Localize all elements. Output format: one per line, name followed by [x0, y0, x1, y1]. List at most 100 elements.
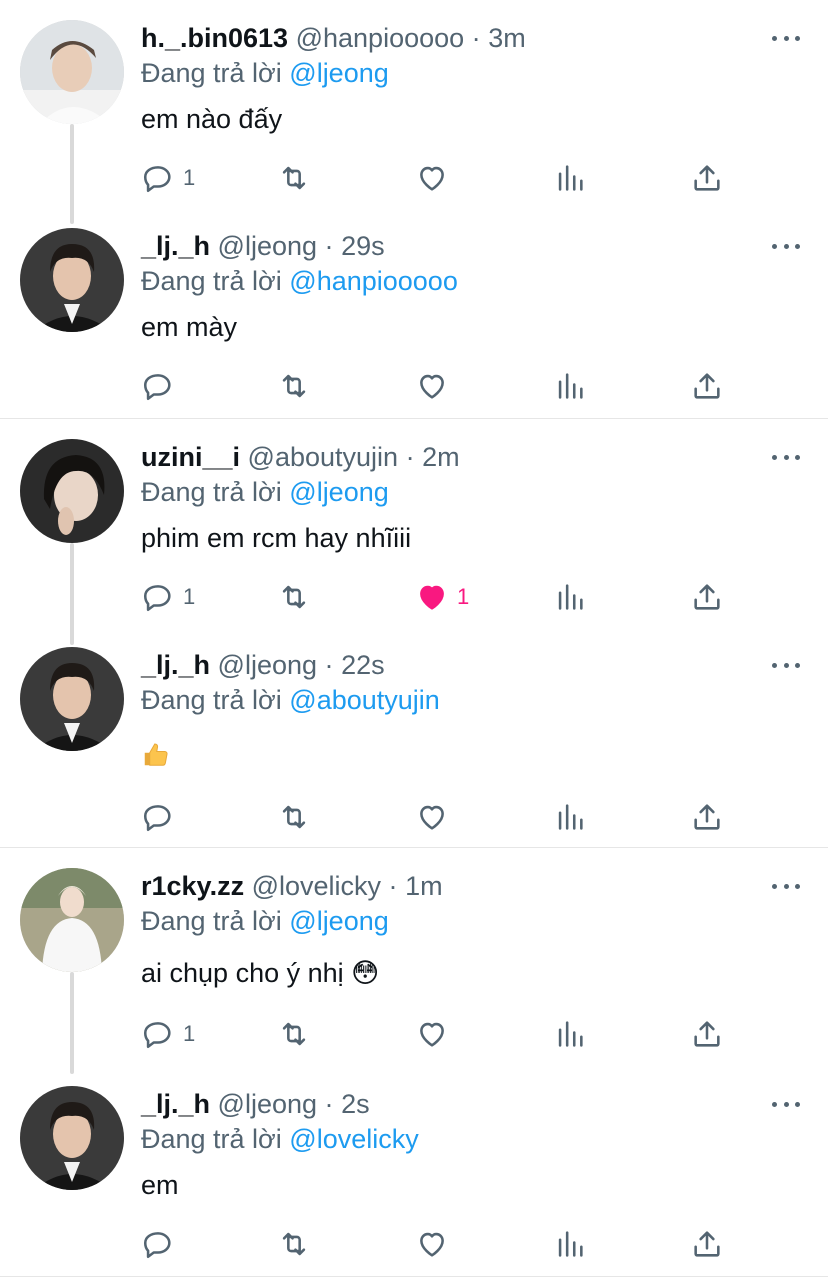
retweet-icon — [282, 585, 306, 609]
like-button[interactable] — [415, 797, 457, 837]
more-options-icon[interactable] — [772, 453, 800, 461]
tweet-header: _lj._h @ljeong · 29s — [141, 226, 758, 266]
user-handle[interactable]: @ljeong — [218, 1089, 317, 1119]
retweet-button[interactable] — [277, 366, 311, 406]
replying-to: Đang trả lời @ljeong — [141, 55, 389, 91]
display-name[interactable]: h._.bin0613 — [141, 23, 288, 53]
reply-button[interactable]: 1 — [141, 1014, 195, 1054]
user-handle[interactable]: @ljeong — [218, 650, 317, 680]
more-options-icon[interactable] — [772, 882, 800, 890]
replying-to: Đang trả lời @ljeong — [141, 474, 389, 510]
display-name[interactable]: _lj._h — [141, 650, 210, 680]
like-button[interactable] — [415, 1224, 457, 1264]
tweet-header: r1cky.zz @lovelicky · 1m — [141, 866, 758, 906]
avatar[interactable] — [20, 647, 124, 751]
tweet-header: h._.bin0613 @hanpiooooo · 3m — [141, 18, 758, 58]
mention-link[interactable]: @ljeong — [289, 477, 388, 507]
thread-2: uzini__i @aboutyujin · 2m Đang trả lời @… — [0, 419, 828, 848]
tweet[interactable]: uzini__i @aboutyujin · 2m Đang trả lời @… — [0, 419, 828, 627]
timestamp[interactable]: 3m — [488, 23, 526, 53]
views-button[interactable] — [553, 797, 587, 837]
timestamp[interactable]: 1m — [405, 871, 443, 901]
more-options-icon[interactable] — [772, 34, 800, 42]
mention-link[interactable]: @aboutyujin — [289, 685, 440, 715]
tweet[interactable]: _lj._h @ljeong · 29s Đang trả lời @hanpi… — [0, 208, 828, 416]
share-button[interactable] — [690, 366, 724, 406]
share-button[interactable] — [690, 577, 724, 617]
avatar[interactable] — [20, 1086, 124, 1190]
views-button[interactable] — [553, 158, 587, 198]
avatar[interactable] — [20, 228, 124, 332]
reply-icon — [143, 585, 171, 612]
timestamp[interactable]: 2s — [341, 1089, 370, 1119]
reply-icon — [143, 1022, 171, 1049]
views-button[interactable] — [553, 1224, 587, 1264]
retweet-button[interactable] — [277, 158, 311, 198]
share-icon — [694, 804, 720, 830]
action-bar — [141, 797, 741, 837]
like-button[interactable]: 1 — [415, 577, 469, 617]
tweet-header: uzini__i @aboutyujin · 2m — [141, 437, 758, 477]
thread-1: h._.bin0613 @hanpiooooo · 3m Đang trả lờ… — [0, 0, 828, 419]
display-name[interactable]: r1cky.zz — [141, 871, 244, 901]
user-handle[interactable]: @lovelicky — [252, 871, 381, 901]
avatar[interactable] — [20, 868, 124, 972]
analytics-icon — [558, 165, 583, 191]
views-button[interactable] — [553, 1014, 587, 1054]
reply-button[interactable] — [141, 797, 183, 837]
reply-button[interactable]: 1 — [141, 158, 195, 198]
mention-link[interactable]: @ljeong — [289, 58, 388, 88]
user-handle[interactable]: @ljeong — [218, 231, 317, 261]
user-handle[interactable]: @aboutyujin — [248, 442, 399, 472]
analytics-icon — [558, 804, 583, 830]
more-options-icon[interactable] — [772, 1100, 800, 1108]
share-button[interactable] — [690, 797, 724, 837]
heart-icon — [420, 805, 444, 830]
share-button[interactable] — [690, 1224, 724, 1264]
mention-link[interactable]: @ljeong — [289, 906, 388, 936]
views-button[interactable] — [553, 577, 587, 617]
heart-icon — [420, 1232, 444, 1257]
share-button[interactable] — [690, 158, 724, 198]
retweet-button[interactable] — [277, 797, 311, 837]
share-icon — [694, 1231, 720, 1257]
retweet-button[interactable] — [277, 1014, 311, 1054]
tweet[interactable]: _lj._h @ljeong · 22s Đang trả lời @about… — [0, 627, 828, 847]
like-button[interactable] — [415, 158, 457, 198]
display-name[interactable]: _lj._h — [141, 1089, 210, 1119]
reply-button[interactable] — [141, 1224, 183, 1264]
reply-button[interactable]: 1 — [141, 577, 195, 617]
mention-link[interactable]: @lovelicky — [289, 1124, 418, 1154]
more-options-icon[interactable] — [772, 661, 800, 669]
more-options-icon[interactable] — [772, 242, 800, 250]
replying-label: Đang trả lời — [141, 266, 282, 296]
like-button[interactable] — [415, 1014, 457, 1054]
user-handle[interactable]: @hanpiooooo — [296, 23, 465, 53]
replying-label: Đang trả lời — [141, 58, 282, 88]
timestamp[interactable]: 2m — [422, 442, 460, 472]
tweet-text: em mày — [141, 312, 238, 342]
retweet-button[interactable] — [277, 1224, 311, 1264]
thread-3: r1cky.zz @lovelicky · 1m Đang trả lời @l… — [0, 848, 828, 1277]
retweet-button[interactable] — [277, 577, 311, 617]
mention-link[interactable]: @hanpiooooo — [289, 266, 458, 296]
share-button[interactable] — [690, 1014, 724, 1054]
share-icon — [694, 373, 720, 399]
tweet[interactable]: r1cky.zz @lovelicky · 1m Đang trả lời @l… — [0, 848, 828, 1066]
display-name[interactable]: uzini__i — [141, 442, 240, 472]
views-button[interactable] — [553, 366, 587, 406]
like-button[interactable] — [415, 366, 457, 406]
like-count: 1 — [457, 584, 470, 609]
display-name[interactable]: _lj._h — [141, 231, 210, 261]
avatar[interactable] — [20, 439, 124, 543]
separator: · — [471, 23, 481, 53]
tweet-text — [141, 733, 171, 771]
share-icon — [694, 584, 720, 610]
timestamp[interactable]: 22s — [341, 650, 385, 680]
tweet[interactable]: h._.bin0613 @hanpiooooo · 3m Đang trả lờ… — [0, 0, 828, 208]
reply-button[interactable] — [141, 366, 183, 406]
replying-label: Đang trả lời — [141, 477, 282, 507]
tweet[interactable]: _lj._h @ljeong · 2s Đang trả lời @loveli… — [0, 1066, 828, 1276]
avatar[interactable] — [20, 20, 124, 124]
timestamp[interactable]: 29s — [341, 231, 385, 261]
